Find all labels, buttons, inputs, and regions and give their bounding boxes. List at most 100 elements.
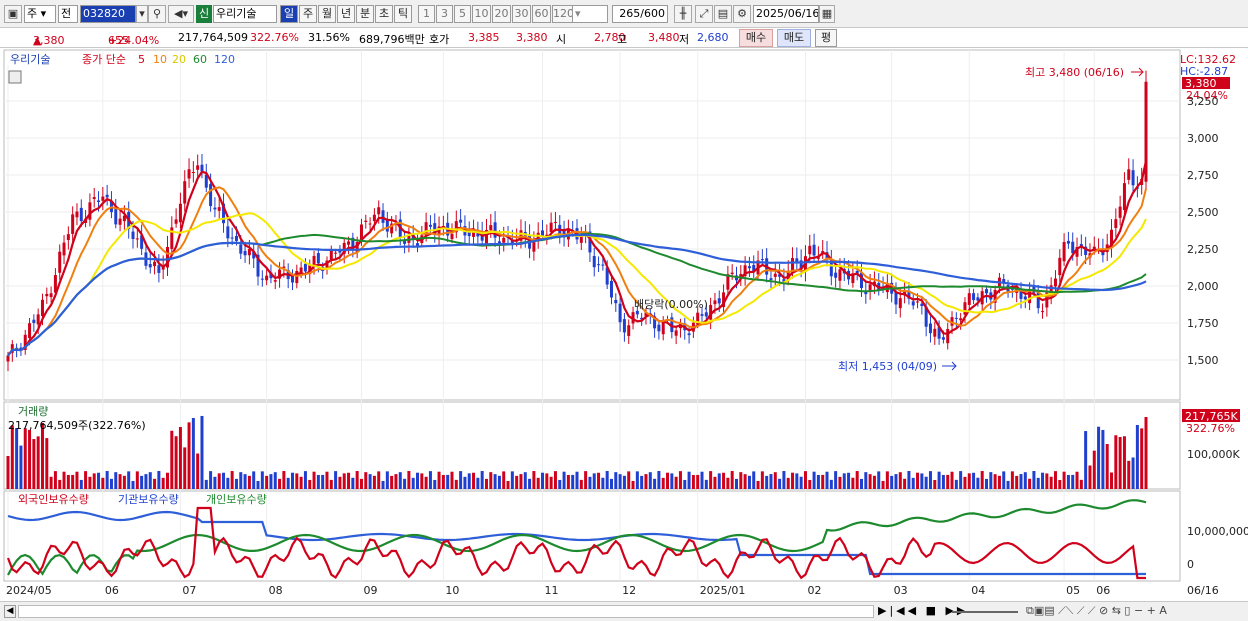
minute-button-1[interactable]: 1: [418, 5, 435, 23]
volume-bar: [571, 474, 575, 489]
candle-body: [273, 280, 277, 282]
tool-icons[interactable]: ⧉▣▤ ⟋⟍ ⟋ ⟋ ⊘ ⇆ ▯ − + A: [1026, 604, 1167, 618]
candle-body: [316, 253, 320, 264]
volume-bar: [618, 474, 622, 489]
candle-body: [704, 312, 708, 317]
eval-button[interactable]: 평: [815, 29, 837, 47]
volume-bar: [1118, 437, 1122, 489]
stock-chart[interactable]: 3,2503,0002,7502,5002,2502,0001,7501,500…: [0, 48, 1248, 601]
candle-body: [239, 244, 243, 254]
volume-bar: [847, 472, 851, 489]
volume-bar: [842, 473, 846, 489]
minute-button-120[interactable]: 120: [552, 5, 574, 23]
volume-bar: [196, 453, 200, 489]
volume-bar: [338, 476, 342, 489]
candle-icon[interactable]: ╫: [674, 5, 692, 23]
volume-bar: [791, 472, 795, 489]
candle-body: [385, 219, 389, 232]
high-annotation: 최고 3,480 (06/16): [1025, 66, 1124, 79]
legend-ma5: 5: [138, 53, 145, 66]
minute-button-20[interactable]: 20: [492, 5, 511, 23]
volume-bar: [506, 480, 510, 489]
gear-icon[interactable]: ⚙: [733, 5, 751, 23]
interval-select[interactable]: ▾: [572, 5, 608, 23]
volume-bar: [58, 479, 62, 489]
volume-bar: [23, 428, 27, 489]
sound-icon[interactable]: ◀▾: [168, 5, 194, 23]
candle-body: [428, 224, 432, 227]
candle-body: [191, 172, 195, 174]
volume-bar: [230, 471, 234, 489]
volume-bar: [829, 479, 833, 489]
save-icon[interactable]: ▤: [714, 5, 732, 23]
code-input[interactable]: 032820: [80, 5, 136, 23]
candle-body: [234, 235, 238, 241]
holdings-ylabel-0: 10,000,000: [1187, 525, 1248, 538]
volume-bar: [558, 479, 562, 489]
stock-name-field[interactable]: 우리기술: [213, 5, 277, 23]
volume-bar: [838, 476, 842, 489]
scroll-bar[interactable]: ◀ ▶|◀◀ ■ ▶▶ ⧉▣▤ ⟋⟍ ⟋ ⟋ ⊘ ⇆ ▯ − + A: [0, 601, 1248, 621]
volume-bar: [140, 475, 144, 489]
volume-bar: [743, 474, 747, 489]
candle-body: [1118, 206, 1122, 218]
sell-button[interactable]: 매도: [777, 29, 811, 47]
volume-bar: [204, 479, 208, 489]
volume-bar: [153, 478, 157, 489]
buy-button[interactable]: 매수: [739, 29, 773, 47]
candle-body: [769, 278, 773, 280]
type-select[interactable]: 주 ▾: [24, 5, 56, 23]
minute-button-10[interactable]: 10: [472, 5, 491, 23]
crosshair-icon[interactable]: ⤢: [695, 5, 713, 23]
volume-bar: [118, 474, 122, 489]
volume-bar: [15, 428, 19, 489]
minute-button-3[interactable]: 3: [436, 5, 453, 23]
volume-bar: [868, 474, 872, 489]
volume-bar: [170, 430, 174, 489]
layout-icon[interactable]: ▣: [4, 5, 22, 23]
volume-bar: [872, 475, 876, 489]
count-field[interactable]: 265/600: [612, 5, 668, 23]
low-annotation: 최저 1,453 (04/09): [838, 360, 937, 373]
period-tab-6[interactable]: 틱: [394, 5, 412, 23]
prev-button[interactable]: 전: [58, 5, 78, 23]
volume-bar: [1114, 435, 1118, 489]
volume-bar: [1101, 429, 1105, 489]
search-icon[interactable]: ⚲: [148, 5, 166, 23]
period-tab-1[interactable]: 주: [299, 5, 317, 23]
volume-bar: [713, 476, 717, 489]
grid-toggle-icon[interactable]: [8, 70, 22, 84]
volume-bar: [803, 471, 807, 489]
volume-bar: [584, 471, 588, 489]
period-tab-3[interactable]: 년: [337, 5, 355, 23]
volume-bar: [954, 479, 958, 489]
candle-body: [450, 233, 454, 240]
candle-body: [1066, 240, 1070, 244]
volume-bar: [66, 474, 70, 489]
period-tab-4[interactable]: 분: [356, 5, 374, 23]
scroll-left-icon[interactable]: ◀: [4, 605, 16, 618]
zoom-slider[interactable]: [952, 611, 1018, 613]
volume-bar: [1053, 471, 1057, 489]
volume-bar: [528, 478, 532, 489]
calendar-icon[interactable]: ▦: [819, 5, 835, 23]
chevron-down-icon[interactable]: ▾: [136, 5, 148, 23]
candle-body: [1131, 170, 1135, 186]
minute-button-5[interactable]: 5: [454, 5, 471, 23]
volume-bar: [1041, 472, 1045, 489]
volume-bar: [407, 471, 411, 489]
period-tab-5[interactable]: 초: [375, 5, 393, 23]
holdings-ylabel-1: 0: [1187, 558, 1194, 571]
legend-ma-label: 종가 단순: [82, 53, 126, 66]
minute-button-60[interactable]: 60: [532, 5, 551, 23]
candle-body: [213, 207, 217, 210]
period-tab-2[interactable]: 월: [318, 5, 336, 23]
volume-bar: [515, 475, 519, 489]
volume-bar: [726, 477, 730, 489]
minute-button-30[interactable]: 30: [512, 5, 531, 23]
period-tab-0[interactable]: 일: [280, 5, 298, 23]
scroll-track[interactable]: [18, 605, 874, 618]
volume-bar: [131, 480, 135, 489]
volume-bar: [920, 473, 924, 489]
date-field[interactable]: 2025/06/16: [753, 5, 819, 23]
